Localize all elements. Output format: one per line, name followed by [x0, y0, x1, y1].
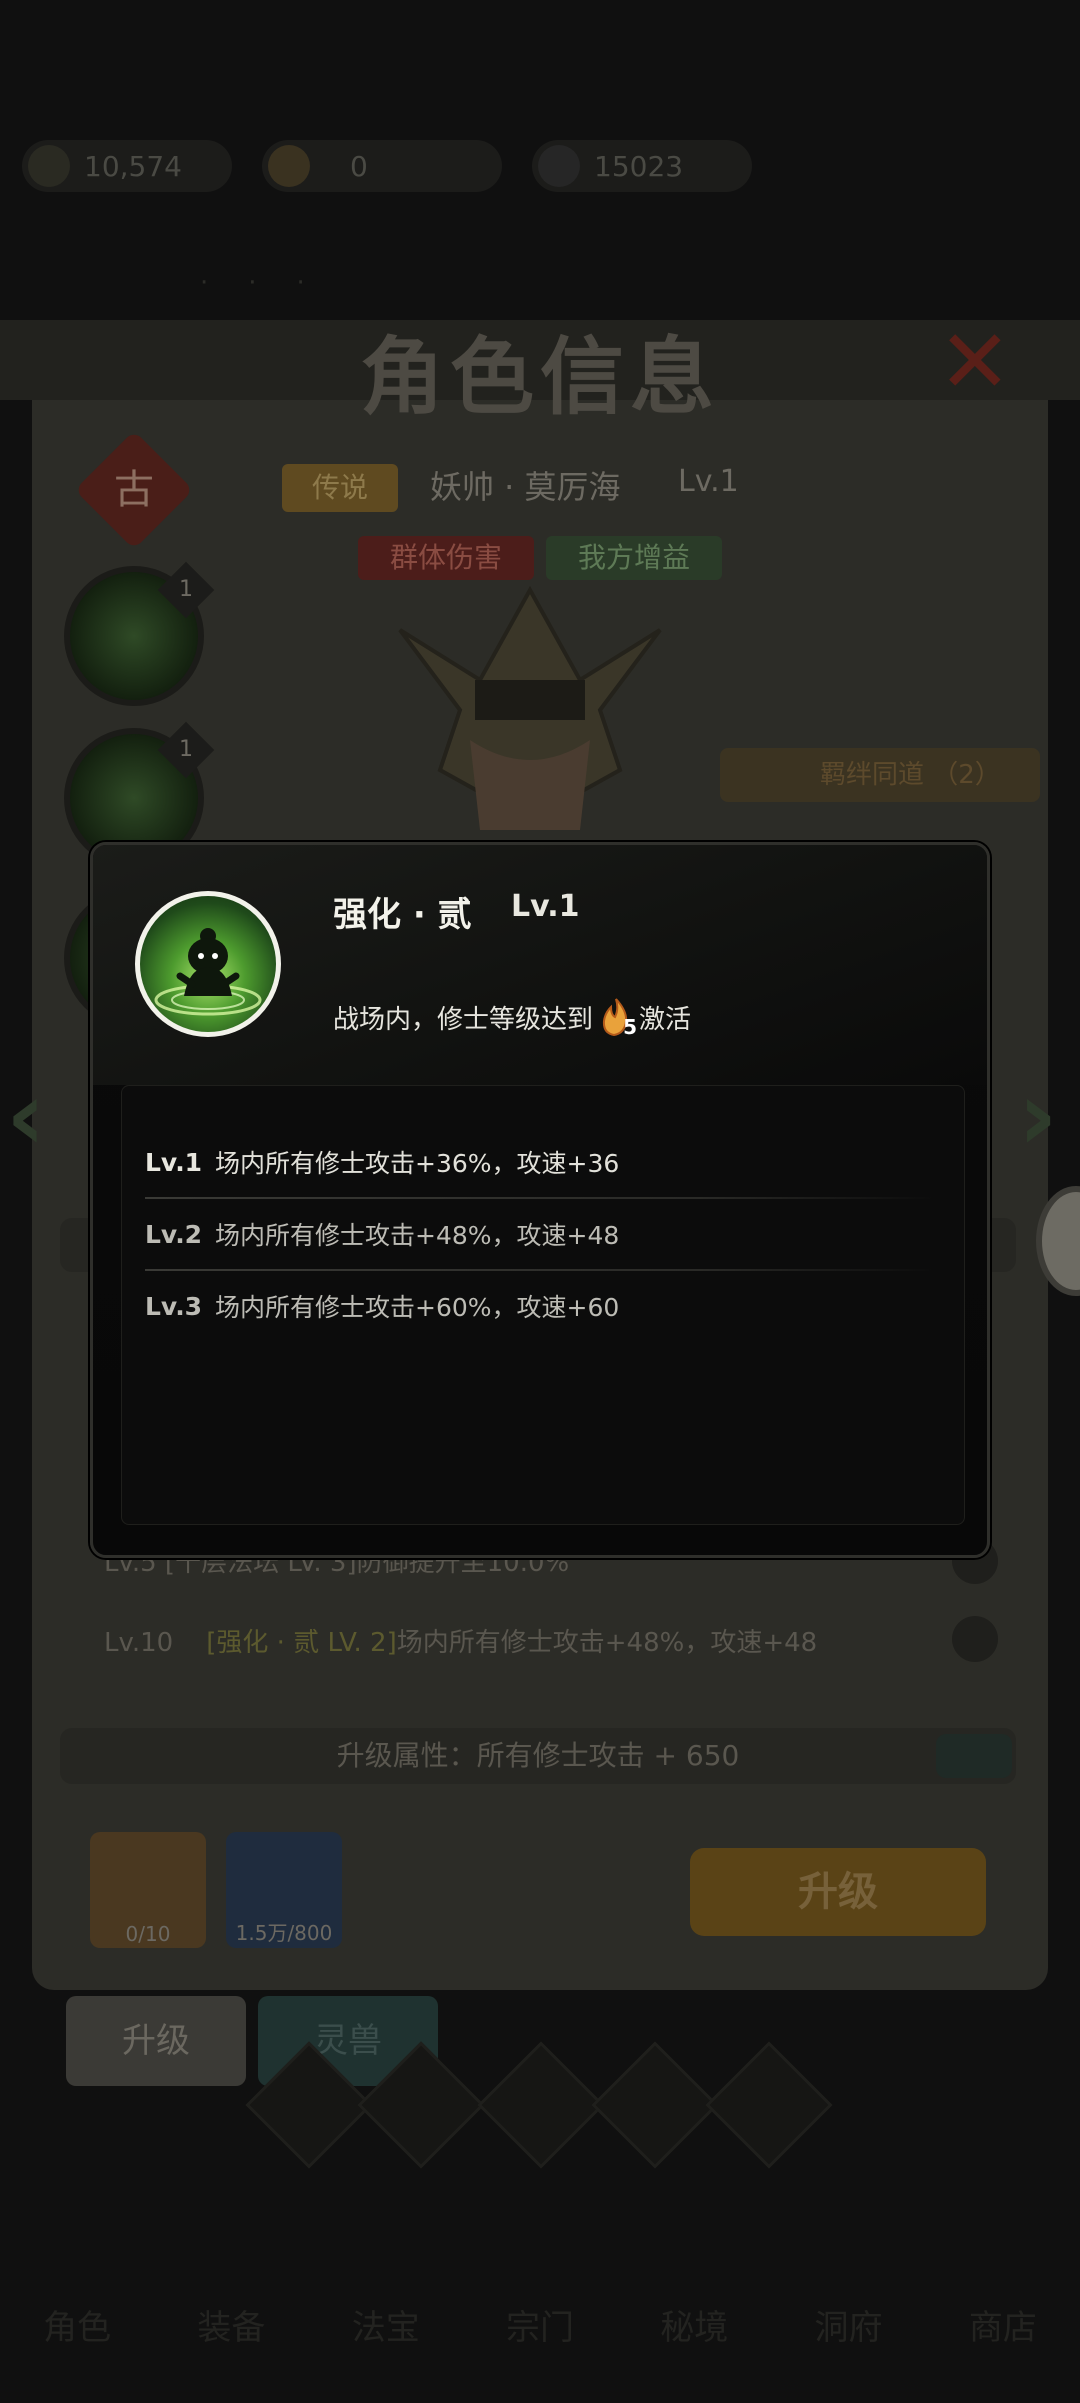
- gold-counter: 10,574: [22, 140, 232, 192]
- material-spirit-flame[interactable]: 1.5万/800: [226, 1832, 342, 1948]
- hero-level: Lv.1: [678, 464, 739, 499]
- skill-detail-popup[interactable]: 强化 · 贰 Lv.1 战场内，修士等级达到 5 激活 Lv.1 场内所有修士攻…: [90, 842, 990, 1558]
- nav-item[interactable]: 装备: [197, 2300, 265, 2360]
- tab-upgrade[interactable]: 升级: [66, 1996, 246, 2086]
- rank-tag: 传说: [282, 464, 398, 512]
- upgrade-attribute-bar: 升级属性：所有修士攻击 + 650: [60, 1728, 1016, 1784]
- nav-item[interactable]: 角色: [43, 2300, 111, 2360]
- game-screen: { "resources": [ {"name": "gold", "value…: [0, 0, 1080, 2403]
- skill-level-badge: 1: [157, 561, 215, 619]
- fate-bond-label[interactable]: 羁绊同道 （2）: [720, 748, 1040, 802]
- ingot-icon: [268, 145, 310, 187]
- search-icon[interactable]: [936, 1734, 1012, 1778]
- activation-condition: 战场内，修士等级达到 5 激活: [333, 997, 691, 1039]
- panel-title: 角色信息: [360, 327, 721, 426]
- hero-portrait: [398, 585, 662, 830]
- nav-item[interactable]: 商店: [969, 2300, 1037, 2360]
- skill-level-badge: 1: [157, 721, 215, 779]
- nav-item[interactable]: 法宝: [352, 2300, 420, 2360]
- upgrade-button[interactable]: 升级: [690, 1848, 986, 1936]
- skill-icon: [135, 891, 281, 1037]
- background-tabs: · · ·: [200, 268, 305, 298]
- effect-row: Lv.2 场内所有修士攻击+48%，攻速+48: [145, 1219, 620, 1251]
- skill-title: 强化 · 贰: [333, 895, 472, 935]
- gold-icon: [28, 145, 70, 187]
- close-icon[interactable]: ✕: [938, 310, 1012, 413]
- flame-level-icon: 5: [599, 997, 637, 1039]
- nav-item[interactable]: 洞府: [815, 2300, 883, 2360]
- nav-diamond: [705, 2041, 833, 2169]
- effect-row: Lv.1 场内所有修士攻击+36%，攻速+36: [145, 1147, 620, 1179]
- effect-row: Lv.3 场内所有修士攻击+60%，攻速+60: [145, 1291, 620, 1323]
- passive-row-lv10: Lv.10 [强化 · 贰 LV. 2]场内所有修士攻击+48%，攻速+48: [104, 1628, 818, 1658]
- nav-item[interactable]: 秘境: [660, 2300, 728, 2360]
- nav-diamond: [477, 2041, 605, 2169]
- material-hero-fragment[interactable]: 0/10: [90, 1832, 206, 1948]
- next-hero-arrow-icon[interactable]: ›: [1018, 1060, 1058, 1172]
- jade-counter: 15023: [532, 140, 752, 192]
- prev-hero-arrow-icon[interactable]: ‹: [6, 1060, 46, 1172]
- rank-emblem: 古: [74, 430, 194, 550]
- ingot-counter: 0: [262, 140, 502, 192]
- lock-icon: [952, 1616, 998, 1662]
- nav-diamond: [591, 2041, 719, 2169]
- hero-name: 妖帅 · 莫厉海: [430, 468, 621, 506]
- bottom-nav: 角色 装备 法宝 宗门 秘境 洞府 商店: [0, 2300, 1080, 2360]
- jade-icon: [538, 145, 580, 187]
- nav-item[interactable]: 宗门: [506, 2300, 574, 2360]
- skill-level: Lv.1: [511, 889, 580, 924]
